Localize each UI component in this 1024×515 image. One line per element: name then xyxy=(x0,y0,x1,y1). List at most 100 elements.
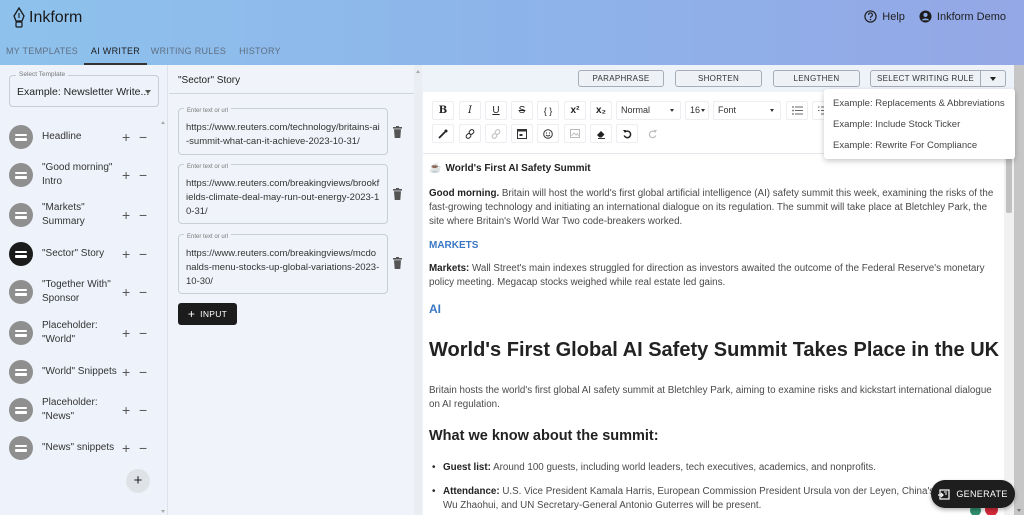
emoji-button[interactable] xyxy=(537,124,559,143)
bullet-lead: Guest list: xyxy=(443,462,491,473)
block-type-select[interactable]: Normal xyxy=(616,101,681,120)
editor-scrollbar[interactable] xyxy=(1004,153,1014,515)
section-drag-icon[interactable] xyxy=(9,398,33,422)
undo-icon xyxy=(623,129,632,138)
section-item-world-snippets[interactable]: "World" Snippets + − xyxy=(0,354,160,390)
trash-icon[interactable] xyxy=(393,126,402,138)
trash-icon[interactable] xyxy=(393,257,402,269)
remove-section-button[interactable]: − xyxy=(139,440,147,456)
section-drag-icon[interactable] xyxy=(9,163,33,187)
section-item-headline[interactable]: Headline + − xyxy=(0,118,160,156)
tab-writing-rules[interactable]: WRITING RULES xyxy=(147,40,230,65)
remove-section-button[interactable]: − xyxy=(139,325,147,341)
tab-ai-writer[interactable]: AI WRITER xyxy=(84,40,147,65)
section-item-placeholder-news[interactable]: Placeholder: "News" + − xyxy=(0,390,160,430)
font-family-select[interactable]: Font xyxy=(713,101,781,120)
section-label: "Together With" Sponsor xyxy=(42,279,111,304)
section-drag-icon[interactable] xyxy=(9,436,33,460)
tab-history[interactable]: HISTORY xyxy=(230,40,290,65)
writing-rule-option[interactable]: Example: Replacements & Abbreviations xyxy=(824,94,1015,115)
link-button[interactable] xyxy=(459,124,481,143)
source-input-3[interactable]: Enter text or url https://www.reuters.co… xyxy=(178,230,388,294)
add-section-below-button[interactable]: + xyxy=(122,325,130,341)
font-size-value: 16 xyxy=(690,105,701,115)
user-name: Inkform Demo xyxy=(936,10,1006,23)
help-button[interactable]: Help xyxy=(864,10,905,23)
italic-button[interactable]: I xyxy=(459,101,481,120)
embed-button[interactable] xyxy=(511,124,533,143)
remove-section-button[interactable]: − xyxy=(139,246,147,262)
add-input-button[interactable]: + INPUT xyxy=(178,303,237,325)
section-item-together-with[interactable]: "Together With" Sponsor + − xyxy=(0,272,160,312)
app-header: Inkform MY TEMPLATES AI WRITER WRITING R… xyxy=(0,0,1024,65)
underline-button[interactable]: U xyxy=(485,101,507,120)
remove-section-button[interactable]: − xyxy=(139,207,147,223)
editor-scrollbar-thumb[interactable] xyxy=(1006,158,1012,213)
writing-rule-dropdown-toggle[interactable] xyxy=(981,70,1006,87)
bullet-text: U.S. Vice President Kamala Harris, Europ… xyxy=(443,486,993,511)
block-type-value: Normal xyxy=(621,105,651,115)
writing-rule-option[interactable]: Example: Rewrite For Compliance xyxy=(824,136,1015,157)
subscript-button[interactable]: x₂ xyxy=(590,101,612,120)
redo-button[interactable] xyxy=(642,124,664,143)
add-section-below-button[interactable]: + xyxy=(122,207,130,223)
add-section-button[interactable]: + xyxy=(126,469,150,493)
code-button[interactable]: { } xyxy=(537,101,559,120)
remove-section-button[interactable]: − xyxy=(139,129,147,145)
add-section-below-button[interactable]: + xyxy=(122,246,130,262)
section-drag-icon[interactable] xyxy=(9,280,33,304)
add-section-below-button[interactable]: + xyxy=(122,364,130,380)
superscript-button[interactable]: x² xyxy=(564,101,586,120)
template-select-value: Example: Newsletter Write... xyxy=(17,86,150,98)
generate-button[interactable]: GENERATE xyxy=(931,480,1015,508)
eraser-button[interactable] xyxy=(590,124,612,143)
select-writing-rule-button[interactable]: SELECT WRITING RULE xyxy=(870,70,981,87)
shorten-button[interactable]: SHORTEN xyxy=(675,70,762,87)
add-section-below-button[interactable]: + xyxy=(122,167,130,183)
template-sidebar: Select Template Example: Newsletter Writ… xyxy=(0,65,168,515)
section-item-placeholder-world[interactable]: Placeholder: "World" + − xyxy=(0,312,160,354)
section-item-markets[interactable]: "Markets" Summary + − xyxy=(0,194,160,236)
font-size-select[interactable]: 16 xyxy=(685,101,709,120)
text-color-button[interactable] xyxy=(432,124,454,143)
source-input-1[interactable]: Enter text or url https://www.reuters.co… xyxy=(178,104,388,155)
section-drag-icon[interactable] xyxy=(9,125,33,149)
remove-section-button[interactable]: − xyxy=(139,402,147,418)
strikethrough-button[interactable]: S xyxy=(511,101,533,120)
paraphrase-button[interactable]: PARAPHRASE xyxy=(578,70,664,87)
remove-section-button[interactable]: − xyxy=(139,167,147,183)
add-section-below-button[interactable]: + xyxy=(122,284,130,300)
add-section-below-button[interactable]: + xyxy=(122,129,130,145)
logo[interactable]: Inkform xyxy=(12,7,82,29)
trash-icon[interactable] xyxy=(393,188,402,200)
bullet-list-button[interactable] xyxy=(786,101,808,120)
template-select[interactable]: Select Template Example: Newsletter Writ… xyxy=(9,71,159,107)
unlink-button[interactable] xyxy=(485,124,507,143)
add-section-below-button[interactable]: + xyxy=(122,440,130,456)
user-menu[interactable]: Inkform Demo xyxy=(919,10,1006,23)
remove-section-button[interactable]: − xyxy=(139,284,147,300)
section-drag-icon[interactable] xyxy=(9,360,33,384)
middle-scrollbar[interactable] xyxy=(414,65,422,515)
sidebar-scrollbar[interactable] xyxy=(160,117,167,515)
section-drag-icon[interactable] xyxy=(9,242,33,266)
markets-heading: MARKETS xyxy=(429,240,479,251)
lengthen-button[interactable]: LENGTHEN xyxy=(773,70,860,87)
section-item-sector[interactable]: "Sector" Story + − xyxy=(0,236,160,272)
tab-my-templates[interactable]: MY TEMPLATES xyxy=(0,40,84,65)
writing-rule-option[interactable]: Example: Include Stock Ticker xyxy=(824,115,1015,136)
source-input-2[interactable]: Enter text or url https://www.reuters.co… xyxy=(178,160,388,224)
add-section-below-button[interactable]: + xyxy=(122,402,130,418)
section-drag-icon[interactable] xyxy=(9,203,33,227)
section-drag-icon[interactable] xyxy=(9,321,33,345)
unlink-icon xyxy=(491,128,501,139)
bullet-text: Around 100 guests, including world leade… xyxy=(490,462,876,473)
undo-button[interactable] xyxy=(616,124,638,143)
remove-section-button[interactable]: − xyxy=(139,364,147,380)
section-item-news-snippets[interactable]: "News" snippets + − xyxy=(0,430,160,466)
bold-button[interactable]: B xyxy=(432,101,454,120)
page-scrollbar[interactable] xyxy=(1014,65,1024,515)
section-item-good-morning[interactable]: "Good morning" Intro + − xyxy=(0,156,160,194)
image-button[interactable] xyxy=(564,124,586,143)
section-label: "Good morning" Intro xyxy=(42,162,113,187)
